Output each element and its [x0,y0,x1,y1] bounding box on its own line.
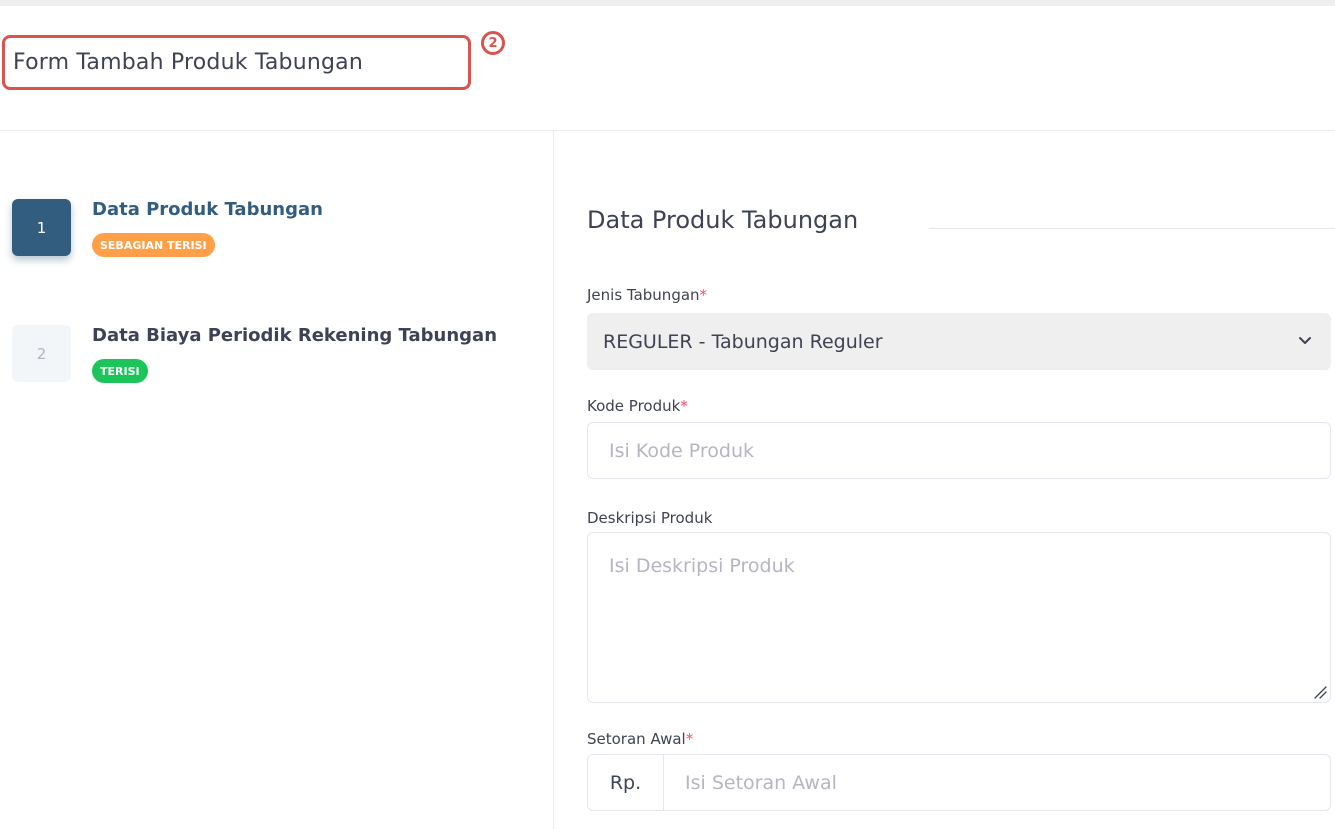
select-value: REGULER - Tabungan Reguler [603,330,883,353]
deskripsi-produk-label: Deskripsi Produk [587,509,713,527]
deskripsi-produk-textarea[interactable]: Isi Deskripsi Produk [587,532,1331,703]
resize-handle-icon[interactable] [1313,685,1327,699]
status-badge: SEBAGIAN TERISI [92,233,215,257]
label-text: Setoran Awal [587,730,686,748]
vertical-divider [553,131,554,829]
kode-produk-input[interactable]: Isi Kode Produk [587,422,1331,479]
label-text: Kode Produk [587,397,681,415]
required-mark: * [685,730,694,748]
annotation-marker: 2 [481,31,505,55]
page-title: Form Tambah Produk Tabungan [13,50,363,75]
setoran-awal-input-group: Rp. Isi Setoran Awal [587,754,1331,811]
required-mark: * [699,286,708,304]
label-text: Jenis Tabungan [587,286,700,304]
currency-prefix: Rp. [588,755,664,810]
section-divider [929,228,1335,229]
jenis-tabungan-select[interactable]: REGULER - Tabungan Reguler [587,313,1331,370]
step-number[interactable]: 1 [12,199,71,256]
step-title[interactable]: Data Biaya Periodik Rekening Tabungan [92,325,497,346]
step-number[interactable]: 2 [12,325,71,382]
required-mark: * [680,397,688,415]
step-title[interactable]: Data Produk Tabungan [92,199,323,220]
setoran-awal-label: Setoran Awal* [587,730,693,748]
section-title: Data Produk Tabungan [587,206,859,234]
setoran-awal-input[interactable]: Isi Setoran Awal [664,755,1330,810]
input-placeholder: Isi Setoran Awal [685,771,837,794]
jenis-tabungan-label: Jenis Tabungan* [587,286,707,304]
input-placeholder: Isi Kode Produk [609,439,754,462]
textarea-placeholder: Isi Deskripsi Produk [609,555,795,577]
kode-produk-label: Kode Produk* [587,397,688,415]
chevron-down-icon [1299,337,1311,344]
status-badge: TERISI [92,359,148,383]
